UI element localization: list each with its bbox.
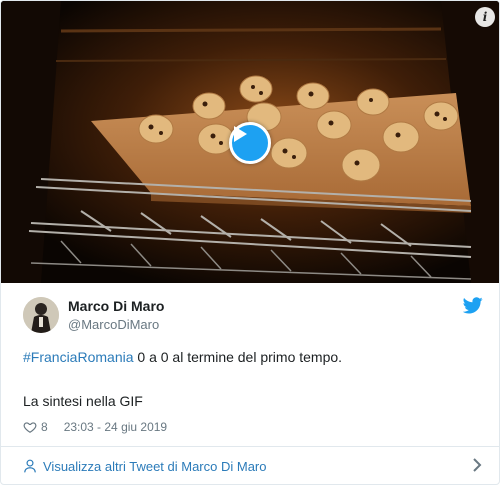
info-icon[interactable]: i — [475, 7, 495, 27]
chevron-right-icon — [473, 458, 482, 472]
tweet-timestamp[interactable]: 23:03 - 24 giu 2019 — [64, 420, 167, 434]
avatar[interactable] — [23, 297, 59, 333]
user-handle[interactable]: @MarcoDiMaro — [68, 317, 159, 332]
twitter-bird-icon[interactable] — [463, 297, 483, 314]
more-tweets-label[interactable]: Visualizza altri Tweet di Marco Di Maro — [43, 459, 267, 474]
embedded-tweet-card: i Marco Di Maro @MarcoDiMaro #FranciaRom… — [0, 0, 500, 485]
divider — [1, 446, 499, 447]
tweet-text-rest: 0 a 0 al termine del primo tempo. — [133, 349, 343, 365]
user-name[interactable]: Marco Di Maro — [68, 298, 164, 314]
hashtag-link[interactable]: #FranciaRomania — [23, 349, 134, 365]
person-icon — [24, 459, 36, 473]
play-button[interactable] — [229, 122, 271, 164]
tweet-header: Marco Di Maro @MarcoDiMaro — [23, 295, 483, 335]
like-count[interactable]: 8 — [41, 420, 48, 434]
tweet-meta: 8 23:03 - 24 giu 2019 — [23, 419, 167, 435]
tweet-text-line2: La sintesi nella GIF — [23, 393, 143, 409]
tweet-text: #FranciaRomania 0 a 0 al termine del pri… — [23, 347, 483, 367]
play-icon — [234, 126, 247, 142]
heart-icon[interactable] — [23, 420, 37, 434]
gif-media[interactable]: i — [1, 1, 499, 283]
more-tweets-link[interactable]: Visualizza altri Tweet di Marco Di Maro — [23, 456, 483, 476]
